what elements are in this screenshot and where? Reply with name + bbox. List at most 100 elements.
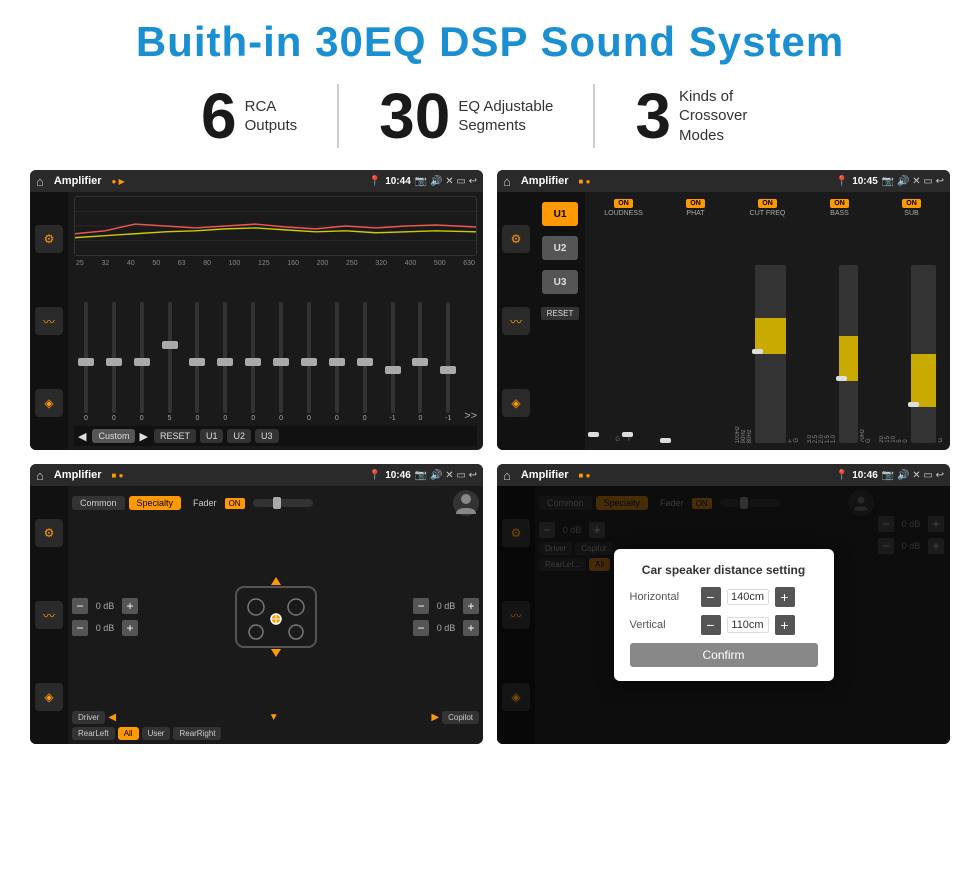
eq-main-area: 25 32 40 50 63 80 100 125 160 200 250 32… [68, 192, 483, 450]
eq-u3-btn[interactable]: U3 [255, 429, 279, 443]
cutfreq-on[interactable]: ON [758, 199, 777, 208]
eq-curve-display [74, 196, 477, 256]
left-arrow[interactable]: ◀ [108, 712, 116, 723]
rearleft-btn[interactable]: RearLeft [72, 727, 115, 740]
sub-on[interactable]: ON [902, 199, 921, 208]
db-plus-1[interactable]: + [122, 598, 138, 614]
spk-status-right: 📍 10:46 📷 🔊 ✕ ▭ ↩ [369, 470, 477, 481]
eq-status-icons: ● ▶ [112, 177, 125, 186]
eq-status-bar: ⌂ Amplifier ● ▶ 📍 10:44 📷 🔊 ✕ ▭ ↩ [30, 170, 483, 192]
next-arrow[interactable]: ▶ [139, 430, 147, 443]
eq-status-icons-right: 📷 🔊 ✕ ▭ ↩ [415, 176, 477, 187]
db-minus-4[interactable]: − [413, 620, 429, 636]
eq-slider-9[interactable]: 0 [297, 302, 321, 422]
common-tab[interactable]: Common [72, 496, 125, 510]
right-arrow[interactable]: ▶ [431, 712, 439, 723]
horizontal-minus[interactable]: − [701, 587, 721, 607]
dlg-home-icon[interactable]: ⌂ [503, 468, 511, 483]
amp-sidebar-btn-2[interactable]: 〰 [502, 307, 530, 335]
spk-left-controls: − 0 dB + − 0 dB + [72, 522, 138, 711]
eq-sidebar-btn-3[interactable]: ◈ [35, 389, 63, 417]
all-btn[interactable]: All [118, 727, 139, 740]
spk-home-icon[interactable]: ⌂ [36, 468, 44, 483]
eq-slider-12[interactable]: -1 [381, 302, 405, 422]
eq-slider-5[interactable]: 0 [186, 302, 210, 422]
eq-slider-11[interactable]: 0 [353, 302, 377, 422]
eq-content: ⚙ 〰 ◈ [30, 192, 483, 450]
eq-reset-btn[interactable]: RESET [154, 429, 196, 443]
db-minus-1[interactable]: − [72, 598, 88, 614]
eq-slider-14[interactable]: -1 [436, 302, 460, 422]
bass-control: ON BASS 3.02.52.01.51.0 70HzG [805, 196, 874, 446]
fader-on-btn[interactable]: ON [225, 498, 245, 509]
spk-sidebar-btn-3[interactable]: ◈ [35, 683, 63, 711]
db-plus-2[interactable]: + [122, 620, 138, 636]
eq-slider-10[interactable]: 0 [325, 302, 349, 422]
spk-db-row-2: − 0 dB + [72, 620, 138, 636]
db-minus-3[interactable]: − [413, 598, 429, 614]
amp-home-icon[interactable]: ⌂ [503, 174, 511, 189]
vertical-value: 110cm [727, 617, 769, 633]
user-btn[interactable]: User [142, 727, 171, 740]
loudness-on[interactable]: ON [614, 199, 633, 208]
driver-btn[interactable]: Driver [72, 711, 105, 724]
bass-label: BASS [830, 210, 849, 217]
eq-slider-7[interactable]: 0 [241, 302, 265, 422]
db-plus-4[interactable]: + [463, 620, 479, 636]
down-arrow[interactable]: ▼ [269, 712, 279, 723]
freq-320: 320 [375, 260, 387, 267]
eq-bottom-bar: ◀ Custom ▶ RESET U1 U2 U3 [74, 426, 477, 446]
stat-number-rca: 6 [201, 84, 237, 148]
amp-location-icon: 📍 [836, 176, 848, 187]
specialty-tab[interactable]: Specialty [129, 496, 182, 510]
expand-arrows[interactable]: >> [464, 410, 477, 422]
db-val-3: 0 dB [432, 601, 460, 611]
cutfreq-label: CUT FREQ [750, 210, 786, 217]
eq-sidebar-btn-1[interactable]: ⚙ [35, 225, 63, 253]
copilot-btn[interactable]: Copilot [442, 711, 479, 724]
spk-sidebar-btn-1[interactable]: ⚙ [35, 519, 63, 547]
vertical-minus[interactable]: − [701, 615, 721, 635]
horizontal-plus[interactable]: + [775, 587, 795, 607]
amp-sidebar-btn-3[interactable]: ◈ [502, 389, 530, 417]
home-icon[interactable]: ⌂ [36, 174, 44, 189]
freq-50: 50 [152, 260, 160, 267]
db-minus-2[interactable]: − [72, 620, 88, 636]
u2-button[interactable]: U2 [542, 236, 578, 260]
eq-custom-btn[interactable]: Custom [92, 429, 135, 443]
spk-db-row-3: − 0 dB + [413, 598, 479, 614]
vertical-plus[interactable]: + [775, 615, 795, 635]
db-plus-3[interactable]: + [463, 598, 479, 614]
rearright-btn[interactable]: RearRight [173, 727, 221, 740]
amp-reset-btn[interactable]: RESET [541, 307, 580, 320]
eq-slider-3[interactable]: 0 [130, 302, 154, 422]
fader-slider[interactable] [253, 499, 313, 507]
eq-slider-6[interactable]: 0 [213, 302, 237, 422]
u1-button[interactable]: U1 [542, 202, 578, 226]
spk-location-icon: 📍 [369, 470, 381, 481]
eq-u2-btn[interactable]: U2 [227, 429, 251, 443]
freq-200: 200 [317, 260, 329, 267]
spk-center-area: − 0 dB + − 0 dB + [72, 522, 479, 711]
eq-sidebar-btn-2[interactable]: 〰 [35, 307, 63, 335]
stat-rca: 6 RCAOutputs [161, 84, 339, 148]
eq-slider-2[interactable]: 0 [102, 302, 126, 422]
eq-slider-13[interactable]: 0 [409, 302, 433, 422]
spk-sidebar-btn-2[interactable]: 〰 [35, 601, 63, 629]
amp-controls-row: ON LOUDNESS [589, 196, 946, 446]
bass-on[interactable]: ON [830, 199, 849, 208]
phat-on[interactable]: ON [686, 199, 705, 208]
amp-sidebar-btn-1[interactable]: ⚙ [502, 225, 530, 253]
eq-slider-1[interactable]: 0 [74, 302, 98, 422]
eq-sidebar: ⚙ 〰 ◈ [30, 192, 68, 450]
amp-content: ⚙ 〰 ◈ U1 U2 U3 RESET ON LOUDNESS [497, 192, 950, 450]
main-title: Buith-in 30EQ DSP Sound System [30, 18, 950, 66]
confirm-button[interactable]: Confirm [630, 643, 818, 667]
db-val-4: 0 dB [432, 623, 460, 633]
eq-u1-btn[interactable]: U1 [200, 429, 224, 443]
spk-status-icons: ■ ● [112, 471, 124, 480]
u3-button[interactable]: U3 [542, 270, 578, 294]
prev-arrow[interactable]: ◀ [78, 430, 86, 443]
eq-slider-4[interactable]: 5 [158, 302, 182, 422]
eq-slider-8[interactable]: 0 [269, 302, 293, 422]
